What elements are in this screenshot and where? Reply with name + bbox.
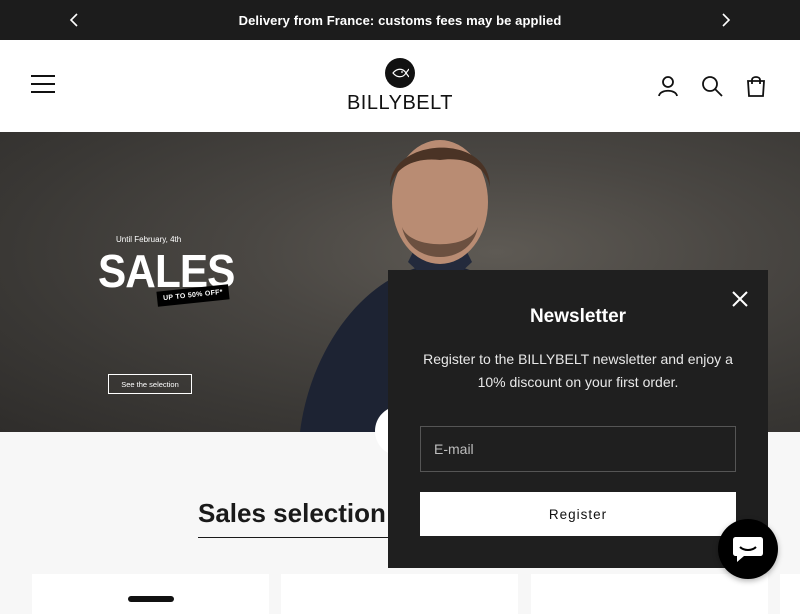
section-title: Sales selection [198, 498, 386, 528]
site-header: BILLYBELT [0, 40, 800, 132]
section-title-underline [198, 537, 388, 538]
product-card[interactable] [281, 574, 518, 614]
sales-until-text: Until February, 4th [116, 235, 182, 244]
search-icon[interactable] [700, 74, 724, 98]
newsletter-popup: Newsletter Register to the BILLYBELT new… [388, 270, 768, 568]
product-card[interactable] [531, 574, 768, 614]
product-card[interactable] [32, 574, 269, 614]
logo-text: BILLYBELT [346, 92, 454, 114]
register-button[interactable]: Register [420, 492, 736, 536]
hamburger-menu-icon[interactable] [30, 74, 58, 96]
email-field[interactable] [420, 426, 736, 472]
newsletter-title: Newsletter [529, 306, 627, 327]
announcement-bar: Delivery from France: customs fees may b… [0, 0, 800, 40]
logo-fish-icon [385, 58, 415, 88]
shopping-bag-icon[interactable] [744, 74, 768, 98]
see-selection-button[interactable]: See the selection [108, 374, 192, 394]
product-thumbnail [128, 596, 174, 602]
chevron-left-icon[interactable] [64, 10, 84, 30]
newsletter-description: Register to the BILLYBELT newsletter and… [423, 351, 733, 390]
chat-bubble-icon [733, 537, 763, 562]
product-card[interactable] [780, 574, 800, 614]
site-logo[interactable]: BILLYBELT [336, 58, 464, 118]
chevron-right-icon[interactable] [716, 10, 736, 30]
user-icon[interactable] [656, 74, 680, 98]
chat-button[interactable] [718, 519, 778, 579]
announcement-message: Delivery from France: customs fees may b… [238, 12, 562, 28]
